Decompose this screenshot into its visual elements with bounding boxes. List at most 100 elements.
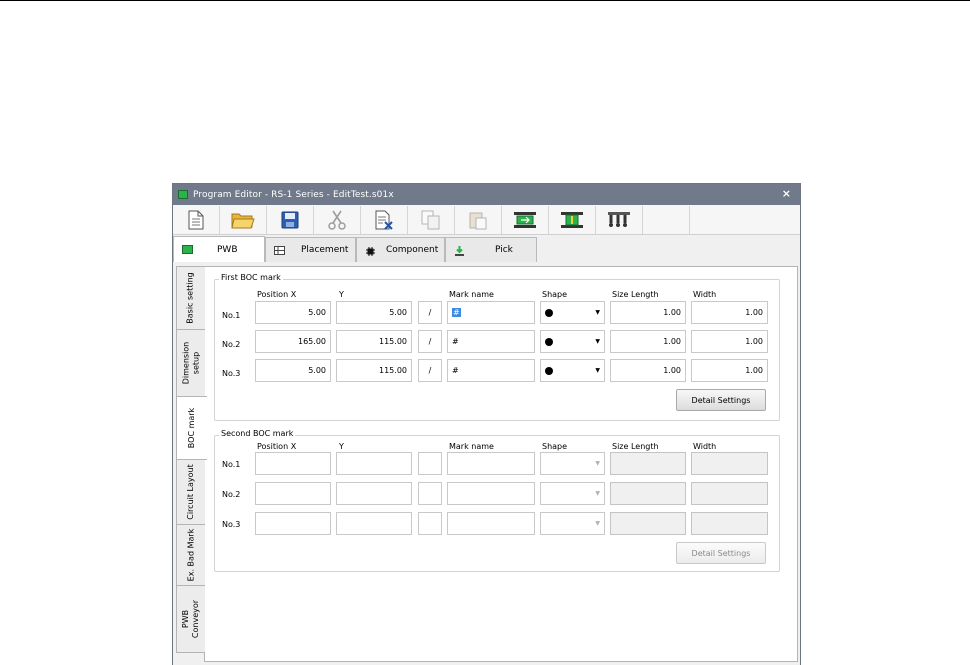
shape-select[interactable]: ▼: [540, 330, 605, 353]
angle-separator-field[interactable]: /: [418, 301, 442, 324]
tab-placement[interactable]: Placement: [265, 237, 356, 262]
placement-grid-icon: [274, 245, 285, 255]
position-y-field[interactable]: 115.00: [336, 359, 412, 382]
hdr-y: Y: [339, 290, 344, 299]
angle-separator-field[interactable]: [418, 512, 442, 535]
size-length-field[interactable]: 1.00: [610, 359, 686, 382]
save-button[interactable]: [267, 205, 314, 234]
open-button[interactable]: [220, 205, 267, 234]
size-length-field: [610, 452, 686, 475]
circle-shape-icon: [545, 366, 553, 375]
position-y-field[interactable]: [336, 452, 412, 475]
cut-button[interactable]: [314, 205, 361, 234]
side-tabs: Basic setting Dimension setup BOC mark C…: [176, 266, 207, 653]
position-y-field[interactable]: [336, 482, 412, 505]
toolbar: [173, 205, 800, 235]
width-field: [691, 512, 768, 535]
width-field[interactable]: 1.00: [691, 301, 768, 324]
tab-component[interactable]: Component: [356, 237, 445, 262]
hdr-size-length: Size Length: [612, 442, 659, 451]
position-x-field[interactable]: 5.00: [255, 359, 331, 382]
board-transfer-button[interactable]: [502, 205, 549, 234]
position-x-field[interactable]: [255, 452, 331, 475]
shape-select[interactable]: ▼: [540, 482, 605, 505]
mark-name-field[interactable]: [447, 512, 535, 535]
tab-component-label: Component: [386, 245, 439, 255]
tab-pwb[interactable]: PWB: [173, 236, 265, 262]
second-boc-title: Second BOC mark: [219, 429, 296, 438]
tab-basic-setting[interactable]: Basic setting: [176, 266, 205, 330]
tab-pwb-label: PWB: [217, 244, 238, 255]
position-y-field[interactable]: [336, 512, 412, 535]
nozzle-button[interactable]: [596, 205, 643, 234]
tab-boc-mark[interactable]: BOC mark: [176, 396, 207, 460]
position-x-field[interactable]: [255, 482, 331, 505]
position-y-field[interactable]: 5.00: [336, 301, 412, 324]
position-y-field[interactable]: 115.00: [336, 330, 412, 353]
tab-circuit-layout-label: Circuit Layout: [186, 464, 195, 520]
row-label: No.3: [222, 520, 241, 529]
angle-separator-field[interactable]: [418, 452, 442, 475]
shape-select[interactable]: ▼: [540, 512, 605, 535]
copy-button[interactable]: [408, 205, 455, 234]
angle-separator-field[interactable]: /: [418, 330, 442, 353]
hdr-shape: Shape: [542, 442, 568, 451]
chip-icon: [365, 246, 376, 256]
row-label: No.1: [222, 460, 241, 469]
cut-scissors-icon: [328, 210, 346, 230]
chevron-down-icon: ▼: [595, 367, 600, 374]
tab-pwb-conveyor[interactable]: PWB Conveyor: [176, 585, 205, 653]
nozzle-icon: [608, 211, 630, 227]
mark-name-field[interactable]: #: [447, 330, 535, 353]
board-fix-button[interactable]: [549, 205, 596, 234]
hdr-mark-name: Mark name: [449, 442, 494, 451]
shape-select[interactable]: ▼: [540, 301, 605, 324]
close-icon[interactable]: ×: [782, 187, 791, 200]
new-document-icon: [188, 210, 204, 229]
mark-name-field[interactable]: #: [447, 301, 535, 324]
shape-select[interactable]: ▼: [540, 452, 605, 475]
delete-document-icon: [375, 210, 393, 230]
paste-button[interactable]: [455, 205, 502, 234]
tab-circuit-layout[interactable]: Circuit Layout: [176, 459, 205, 525]
mark-name-field[interactable]: [447, 452, 535, 475]
angle-separator-field[interactable]: /: [418, 359, 442, 382]
shape-select[interactable]: ▼: [540, 359, 605, 382]
hdr-width: Width: [693, 290, 717, 299]
tab-dimension-setup[interactable]: Dimension setup: [176, 329, 205, 397]
position-x-field[interactable]: [255, 512, 331, 535]
width-field[interactable]: 1.00: [691, 359, 768, 382]
paste-icon: [469, 212, 487, 229]
width-field: [691, 482, 768, 505]
chevron-down-icon: ▼: [595, 520, 600, 527]
new-document-button[interactable]: [173, 205, 220, 234]
chevron-down-icon: ▼: [595, 309, 600, 316]
row-label: No.1: [222, 311, 241, 320]
width-field[interactable]: 1.00: [691, 330, 768, 353]
pwb-icon: [182, 245, 193, 254]
tab-ex-bad-mark[interactable]: Ex. Bad Mark: [176, 524, 205, 586]
angle-separator-field[interactable]: [418, 482, 442, 505]
save-disk-icon: [281, 211, 299, 228]
chevron-down-icon: ▼: [595, 490, 600, 497]
tab-pick[interactable]: Pick: [445, 237, 537, 262]
mark-name-field[interactable]: [447, 482, 535, 505]
row-label: No.3: [222, 369, 241, 378]
size-length-field: [610, 512, 686, 535]
row-label: No.2: [222, 490, 241, 499]
chevron-down-icon: ▼: [595, 460, 600, 467]
toolbar-blank-button[interactable]: [643, 205, 690, 234]
delete-button[interactable]: [361, 205, 408, 234]
size-length-field[interactable]: 1.00: [610, 330, 686, 353]
detail-settings-button[interactable]: Detail Settings: [676, 389, 766, 411]
hdr-width: Width: [693, 442, 717, 451]
mark-name-field[interactable]: #: [447, 359, 535, 382]
tab-basic-setting-label: Basic setting: [186, 272, 195, 324]
top-tabs: PWB Placement Component Pick: [173, 236, 800, 262]
position-x-field[interactable]: 165.00: [255, 330, 331, 353]
hdr-y: Y: [339, 442, 344, 451]
size-length-field[interactable]: 1.00: [610, 301, 686, 324]
title-bar[interactable]: Program Editor - RS-1 Series - EditTest.…: [173, 184, 800, 205]
tab-placement-label: Placement: [301, 245, 349, 255]
position-x-field[interactable]: 5.00: [255, 301, 331, 324]
